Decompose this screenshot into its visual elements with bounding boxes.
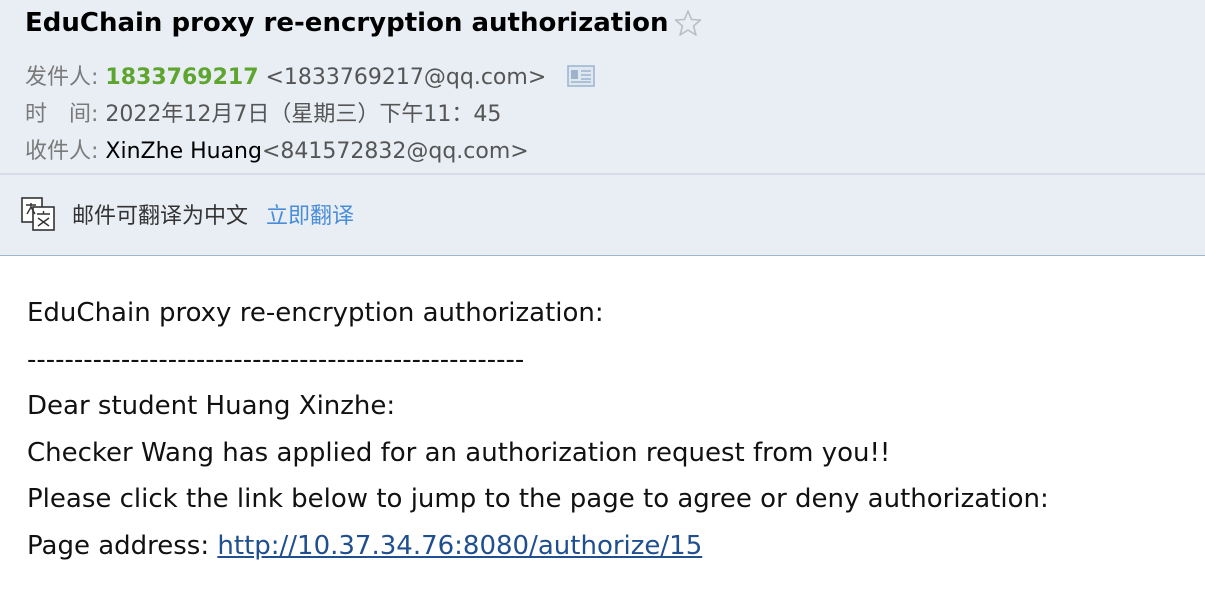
body-line-separator: ----------------------------------------… [27,344,525,375]
sender-row: 发件人: 1833769217 <1833769217@qq.com> [25,59,595,91]
subject-text: EduChain proxy re-encryption authorizati… [25,8,669,38]
time-label: 时 间: [25,102,99,127]
translate-now-link[interactable]: 立即翻译 [266,198,354,230]
translate-bar: 邮件可翻译为中文 立即翻译 [20,196,354,232]
sender-label: 发件人: [25,65,99,90]
email-body: EduChain proxy re-encryption authorizati… [27,290,1049,569]
time-row: 时 间: 2022年12月7日（星期三）下午11：45 [25,96,501,128]
page-address-label: Page address: [27,530,210,561]
translate-icon [21,197,55,231]
body-line-instruction: Please click the link below to jump to t… [27,484,1049,514]
header-divider [0,173,1205,175]
body-line-request: Checker Wang has applied for an authoriz… [27,437,891,468]
body-line-title: EduChain proxy re-encryption authorizati… [27,298,604,328]
recipient-name[interactable]: XinZhe Huang [105,139,262,164]
email-header: EduChain proxy re-encryption authorizati… [0,0,1205,256]
recipient-email[interactable]: <841572832@qq.com> [262,139,529,164]
sender-name[interactable]: 1833769217 [105,65,258,90]
email-subject: EduChain proxy re-encryption authorizati… [25,8,703,38]
body-line-address: Page address: http://10.37.34.76:8080/au… [27,523,1049,570]
contact-card-icon[interactable] [567,65,595,87]
sender-email[interactable]: <1833769217@qq.com> [266,65,547,90]
body-line-greeting: Dear student Huang Xinzhe: [27,391,396,421]
time-value: 2022年12月7日（星期三）下午11：45 [105,102,502,127]
star-outline-icon[interactable] [673,8,703,38]
translate-message: 邮件可翻译为中文 [72,204,249,229]
recipient-label: 收件人: [25,139,99,164]
recipient-row: 收件人: XinZhe Huang<841572832@qq.com> [25,133,529,165]
authorize-link[interactable]: http://10.37.34.76:8080/authorize/15 [217,531,702,561]
